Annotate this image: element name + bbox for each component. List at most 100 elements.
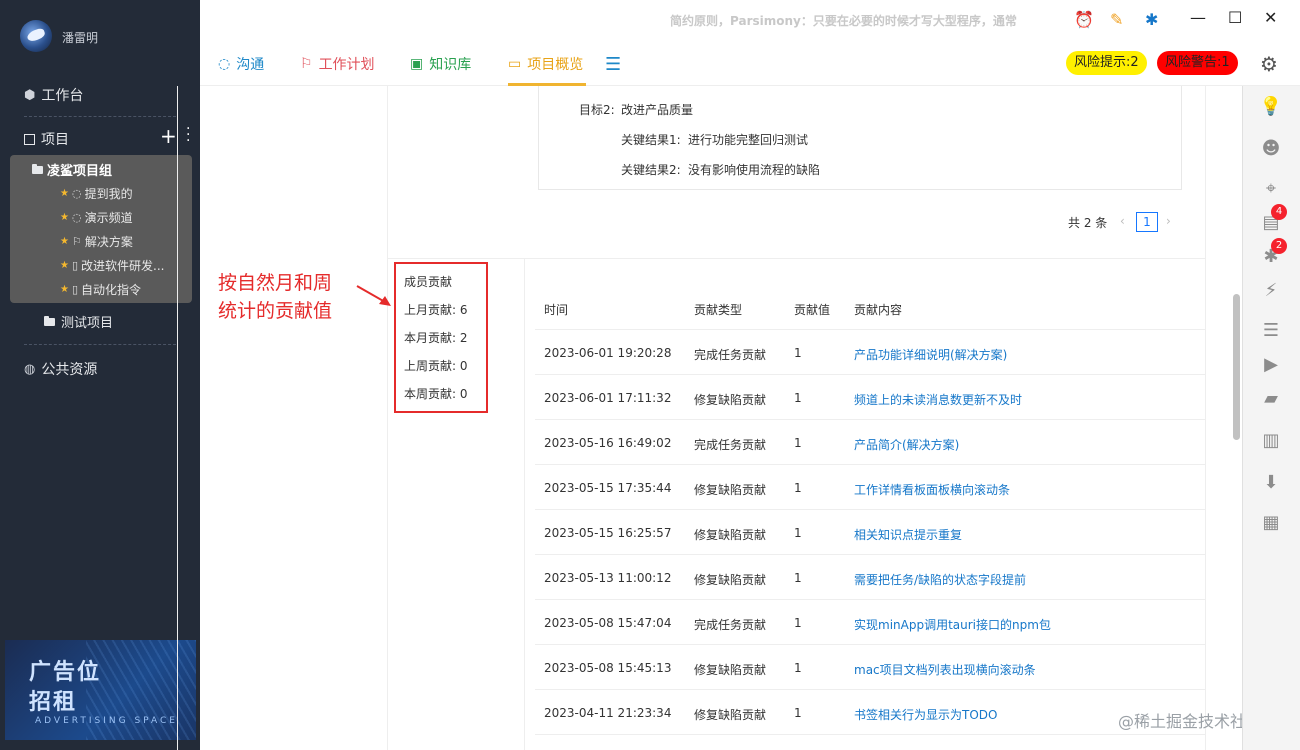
folder-settings-icon[interactable]: ▰ [1259,386,1283,410]
server-icon[interactable]: ☰ [1259,318,1283,342]
folder-icon [32,163,43,174]
row-divider [535,734,1205,735]
cell-time: 2023-05-08 15:45:13 [544,661,672,675]
book-icon: ▣ [410,56,424,72]
ad-line2: 招租 [29,690,78,715]
cell-type: 修复缺陷贡献 [694,663,767,677]
header-value: 贡献值 [794,303,831,317]
cell-content-link[interactable]: 产品功能详细说明(解决方案) [854,346,1007,363]
sidebar-item-label: 公共资源 [41,362,98,378]
project-grid-icon [24,133,35,145]
tab-chat[interactable]: ◌ 沟通 [218,54,264,74]
sidebar-sub-item[interactable]: ★ ▯ 自动化指令 [60,281,141,298]
minimize-icon[interactable]: — [1190,8,1206,27]
sidebar-item-public-resources[interactable]: ◍ 公共资源 [24,359,97,379]
cell-value: 1 [794,661,802,675]
ad-line1: 广告位 [29,660,102,685]
annotation-line1: 按自然月和周 [218,272,333,294]
chat-icon: ◌ [71,187,82,200]
cell-time: 2023-05-13 11:00:12 [544,571,672,585]
user-star-icon[interactable]: ☻ [1259,136,1283,160]
cell-content-link[interactable]: 需要把任务/缺陷的状态字段提前 [854,571,1026,588]
cell-content-link[interactable]: 产品简介(解决方案) [854,436,959,453]
cell-type: 修复缺陷贡献 [694,708,767,722]
apps-icon[interactable]: ▦ [1259,510,1283,534]
sidebar-item-test-project[interactable]: 测试项目 [44,312,113,331]
download-box-icon[interactable]: ⬇ [1259,470,1283,494]
key-result-label: 关键结果2: [621,163,681,177]
maximize-icon[interactable]: ☐ [1228,8,1242,27]
avatar[interactable] [20,20,52,52]
row-divider [535,464,1205,465]
cell-content-link[interactable]: 相关知识点提示重复 [854,526,962,543]
tab-label: 沟通 [236,57,265,73]
tab-work-plan[interactable]: ⚐ 工作计划 [300,54,375,74]
goal-title: 改进产品质量 [621,103,694,117]
star-icon: ★ [60,284,69,295]
cell-content-link[interactable]: 频道上的未读消息数更新不及时 [854,391,1022,408]
ad-line3: ADVERTISING SPACE [35,716,178,726]
header-type: 贡献类型 [694,303,743,317]
sidebar-item-label: 项目 [41,132,69,148]
cell-content-link[interactable]: 实现minApp调用tauri接口的npm包 [854,616,1051,633]
sub-item-label: 解决方案 [84,235,133,249]
risk-hint-badge[interactable]: 风险提示:2 [1066,51,1147,75]
pin-icon[interactable]: ✎ [1110,10,1123,29]
file-clock-icon[interactable]: ▥ [1259,428,1283,452]
goal-label: 目标2: [579,103,615,117]
row-divider [535,689,1205,690]
next-page-icon[interactable]: › [1166,214,1171,228]
header-content: 贡献内容 [854,303,903,317]
monitor-icon: ▭ [508,56,522,72]
sidebar-sub-item[interactable]: ★ ▯ 改进软件研发... [60,257,164,274]
lightning-icon[interactable]: ⚡ [1259,278,1283,302]
page-number-button[interactable]: 1 [1136,212,1158,232]
location-icon[interactable]: ⌖ [1259,176,1283,200]
cell-type: 完成任务贡献 [694,438,767,452]
cell-type: 修复缺陷贡献 [694,528,767,542]
row-divider [535,644,1205,645]
flag-icon: ⚐ [300,56,313,72]
close-icon[interactable]: ✕ [1264,8,1277,27]
sidebar: 潘雷明 ⬢ 工作台 项目 + · · · 凌鲨项目组 ★ ◌ 提到我的 ★ ◌ 演示… [0,0,200,750]
sidebar-item-group[interactable]: 凌鲨项目组 [32,160,112,179]
sidebar-item-label: 测试项目 [61,316,114,331]
group-label: 凌鲨项目组 [47,164,113,179]
lightbulb-icon[interactable]: 💡 [1259,94,1283,118]
bug-icon[interactable]: ✱ [1145,10,1158,29]
column-divider [1205,86,1206,750]
row-divider [535,599,1205,600]
add-project-icon[interactable]: + [160,124,177,148]
tab-knowledge-base[interactable]: ▣ 知识库 [410,54,471,74]
cell-content-link[interactable]: 书签相关行为显示为TODO [854,706,997,723]
menu-icon[interactable]: ☰ [605,54,621,75]
sidebar-sub-item[interactable]: ★ ◌ 演示频道 [60,209,133,226]
section-divider [387,258,1205,259]
prev-page-icon[interactable]: ‹ [1120,214,1125,228]
alarm-icon[interactable]: ⏰ [1074,10,1094,29]
cell-content-link[interactable]: mac项目文档列表出现横向滚动条 [854,661,1036,678]
app-window: 潘雷明 ⬢ 工作台 项目 + · · · 凌鲨项目组 ★ ◌ 提到我的 ★ ◌ 演示… [0,0,1300,750]
left-divider [177,86,178,750]
tab-label: 知识库 [429,57,472,73]
cell-value: 1 [794,391,802,405]
cell-time: 2023-05-15 17:35:44 [544,481,672,495]
sidebar-item-workbench[interactable]: ⬢ 工作台 [24,85,83,105]
risk-warning-badge[interactable]: 风险警告:1 [1157,51,1238,75]
doc-icon: ▯ [71,283,79,296]
terminal-icon[interactable]: ▶ [1259,352,1283,376]
sidebar-sub-item[interactable]: ★ ⚐ 解决方案 [60,233,133,250]
sidebar-item-projects[interactable]: 项目 [24,129,69,149]
more-icon[interactable]: · · · [186,122,190,148]
gear-icon[interactable]: ⚙ [1260,52,1278,76]
sub-item-label: 提到我的 [84,187,133,201]
chat-icon: ◌ [218,56,231,72]
motto-text: 简约原则，Parsimony：只要在必要的时候才写大型程序，通常 [670,14,1017,28]
scrollbar[interactable] [1233,294,1240,440]
tab-project-overview[interactable]: ▭ 项目概览 [508,54,583,74]
cell-content-link[interactable]: 工作详情看板面板横向滚动条 [854,481,1010,498]
ad-banner[interactable]: 广告位 招租 ADVERTISING SPACE [5,640,196,740]
flag-icon: ⚐ [71,235,82,248]
user-name: 潘雷明 [62,31,99,45]
sidebar-sub-item[interactable]: ★ ◌ 提到我的 [60,185,133,202]
